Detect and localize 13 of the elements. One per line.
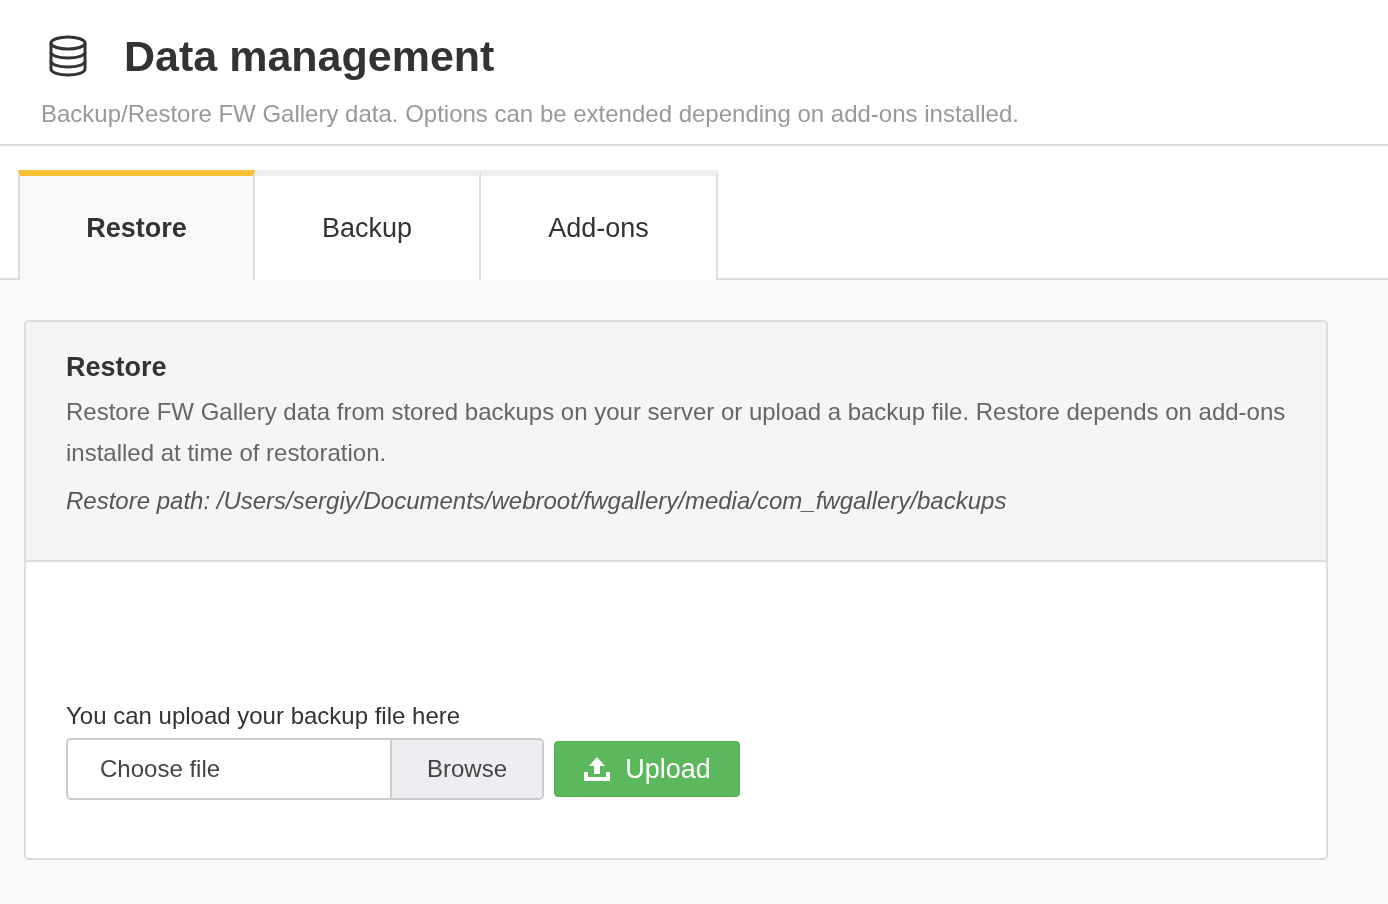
card-title: Restore xyxy=(66,352,168,383)
page-title: Data management xyxy=(124,31,495,82)
card-description: Restore FW Gallery data from stored backups on your server or upload a backup file. Restore depends on add-ons installed at time of restoration. xyxy=(66,397,1286,468)
restore-path: Restore path: /Users/sergiy/Documents/webroot/fwgallery/media/com_fwgallery/backups xyxy=(66,487,1008,515)
tab[interactable]: Restore xyxy=(18,170,255,280)
upload-icon xyxy=(583,755,612,783)
tab[interactable]: Backup xyxy=(255,170,481,280)
file-field[interactable]: Choose file xyxy=(66,738,390,800)
upload-label: You can upload your backup file here xyxy=(66,702,462,730)
tab[interactable]: Add-ons xyxy=(481,170,718,280)
browse-button[interactable]: Browse xyxy=(390,738,544,800)
page-subtitle: Backup/Restore FW Gallery data. Options can be extended depending on add-ons installed. xyxy=(41,100,1020,128)
database-icon xyxy=(48,35,88,77)
